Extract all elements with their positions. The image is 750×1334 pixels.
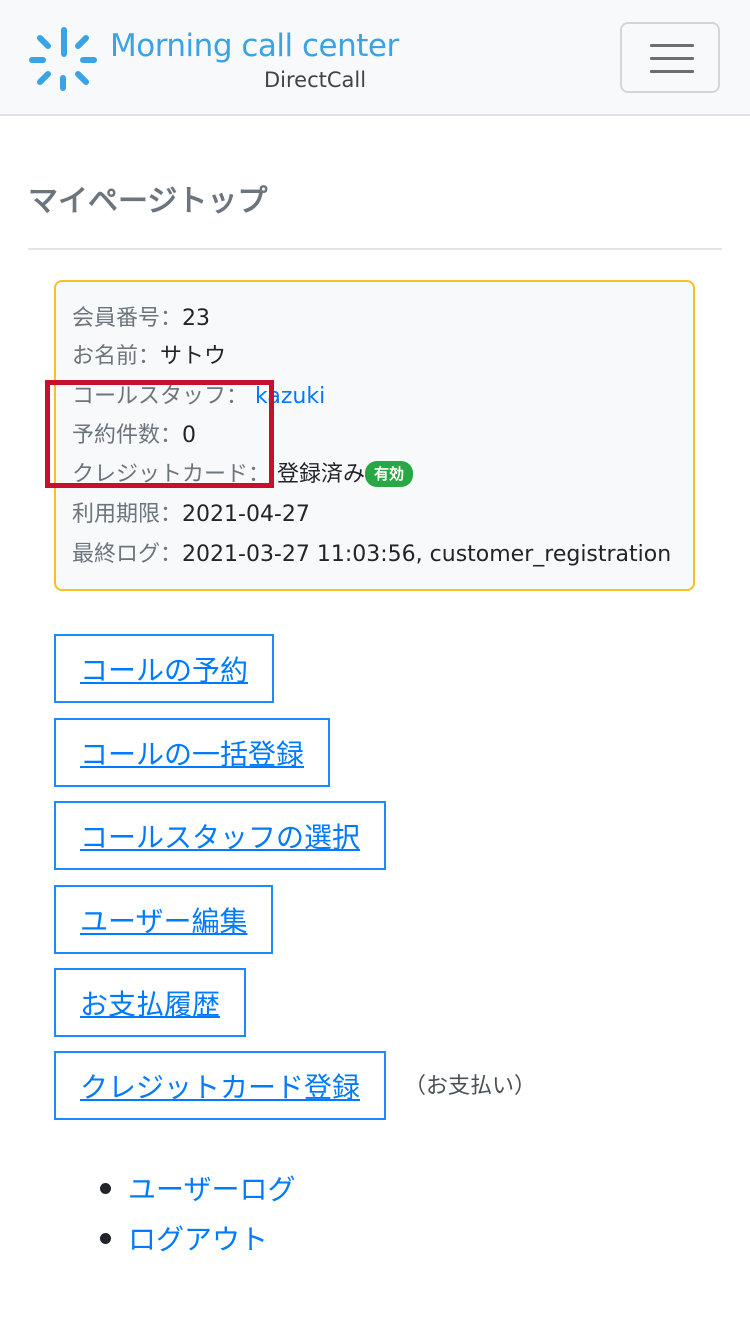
edit-user-button[interactable]: ユーザー編集	[54, 885, 274, 954]
member-number-row: 会員番号：23	[72, 304, 210, 334]
last-log-label: 最終ログ：	[72, 542, 183, 567]
reserve-call-button[interactable]: コールの予約	[54, 634, 275, 703]
user-log-link[interactable]: ユーザーログ	[128, 1168, 295, 1208]
select-staff-button[interactable]: コールスタッフの選択	[54, 801, 387, 870]
menu-toggle-button[interactable]	[620, 22, 720, 93]
brand-logo[interactable]: Morning call center DirectCall	[28, 24, 408, 94]
navbar: Morning call center DirectCall	[0, 0, 750, 116]
bullet-icon	[100, 1183, 111, 1194]
divider	[28, 248, 722, 250]
payment-history-button[interactable]: お支払履歴	[54, 968, 247, 1037]
bulk-register-button[interactable]: コールの一括登録	[54, 718, 331, 787]
member-number-label: 会員番号：	[72, 306, 183, 331]
expiry-row: 利用期限：2021-04-27	[72, 500, 310, 530]
name-row: お名前：サトウ	[72, 342, 226, 372]
expiry-value: 2021-04-27	[182, 502, 310, 527]
register-card-button[interactable]: クレジットカード登録	[54, 1051, 387, 1120]
expiry-label: 利用期限：	[72, 502, 183, 527]
hamburger-menu-icon	[650, 44, 694, 47]
name-value: サトウ	[160, 344, 227, 369]
logo-subtitle: DirectCall	[264, 68, 367, 92]
last-log-value: 2021-03-27 11:03:56, customer_registrati…	[182, 542, 672, 567]
member-number-value: 23	[182, 306, 211, 331]
logout-link[interactable]: ログアウト	[128, 1218, 268, 1258]
card-valid-badge: 有効	[365, 461, 414, 487]
logo-title: Morning call center	[110, 28, 399, 64]
register-card-note: （お支払い）	[404, 1074, 537, 1099]
name-label: お名前：	[72, 344, 161, 369]
bullet-icon	[100, 1233, 111, 1244]
sun-burst-icon	[29, 27, 97, 91]
last-log-row: 最終ログ：2021-03-27 11:03:56, customer_regis…	[72, 540, 671, 570]
page-title: マイページトップ	[28, 184, 268, 219]
credit-card-status: 登録済み	[277, 462, 366, 487]
highlight-annotation-box	[45, 380, 274, 488]
